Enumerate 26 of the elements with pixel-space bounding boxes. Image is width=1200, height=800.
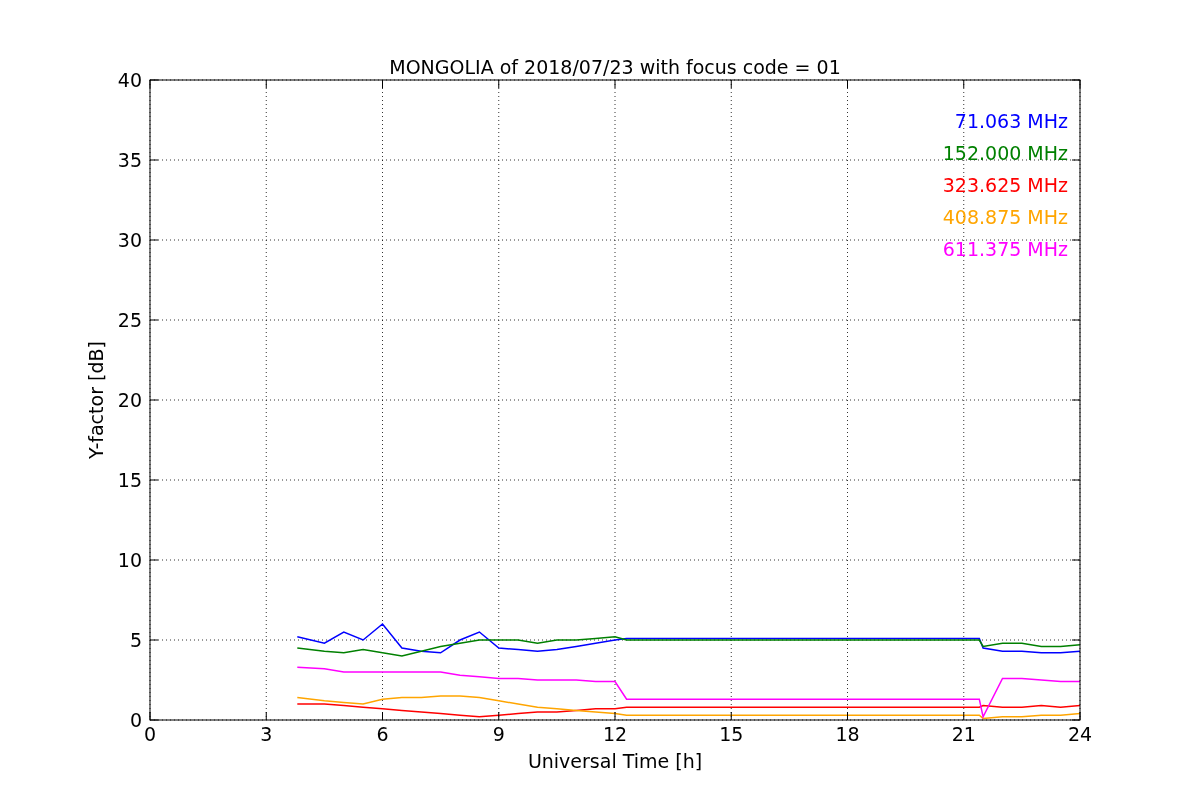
tick-label: 21 bbox=[951, 723, 976, 745]
tick-label: 0 bbox=[143, 723, 157, 745]
tick-label: 15 bbox=[117, 469, 142, 491]
tick-label: 5 bbox=[129, 629, 142, 651]
axis-label: Y-factor [dB] bbox=[85, 341, 107, 459]
legend-label: 323.625 MHz bbox=[942, 174, 1068, 196]
tick-label: 18 bbox=[835, 723, 860, 745]
tick-label: 35 bbox=[117, 149, 142, 171]
tick-label: 3 bbox=[260, 723, 273, 745]
axis-label: Universal Time [h] bbox=[527, 750, 703, 772]
tick-label: 10 bbox=[117, 549, 142, 571]
tick-label: 24 bbox=[1067, 723, 1093, 745]
tick-label: 20 bbox=[117, 389, 142, 411]
tick-label: 30 bbox=[117, 229, 142, 251]
tick-label: 40 bbox=[117, 69, 142, 91]
tick-label: 25 bbox=[117, 309, 142, 331]
legend-label: 152.000 MHz bbox=[942, 142, 1068, 164]
tick-label: 15 bbox=[719, 723, 744, 745]
tick-label: 9 bbox=[492, 723, 505, 745]
legend-label: 71.063 MHz bbox=[954, 110, 1068, 132]
chart-title: MONGOLIA of 2018/07/23 with focus code = 01 bbox=[389, 56, 841, 78]
tick-label: 0 bbox=[129, 709, 142, 731]
tick-label: 6 bbox=[376, 723, 389, 745]
legend-label: 611.375 MHz bbox=[942, 238, 1068, 260]
tick-label: 12 bbox=[602, 723, 628, 745]
legend-label: 408.875 MHz bbox=[942, 206, 1068, 228]
